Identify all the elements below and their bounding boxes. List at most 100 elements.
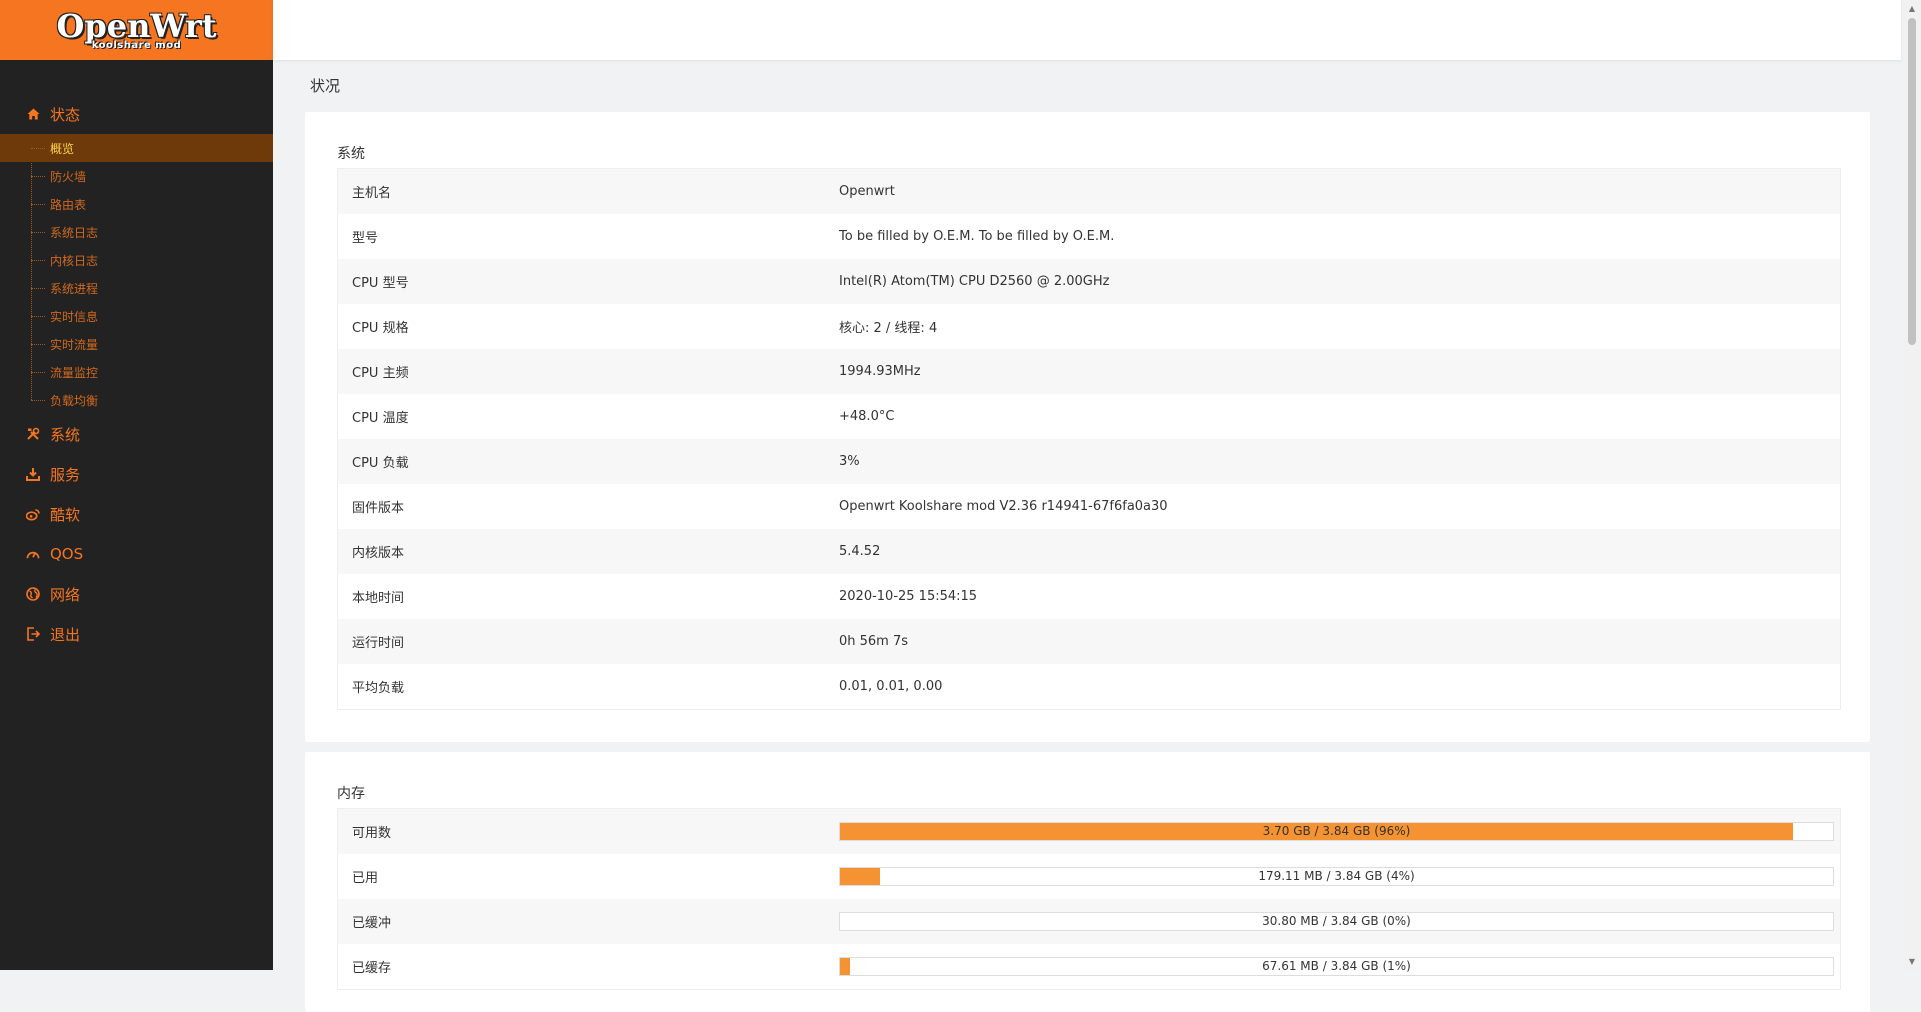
- row-value: 1994.93MHz: [839, 364, 921, 379]
- sub-item-label: 系统日志: [50, 225, 99, 240]
- row-value: Openwrt: [839, 184, 895, 199]
- row-key: 内核版本: [352, 546, 405, 561]
- sub-item-label: 实时流量: [50, 337, 99, 352]
- sub-item-label: 负载均衡: [50, 393, 99, 408]
- globe-icon: [26, 587, 40, 601]
- sub-item-load-balance[interactable]: 负载均衡: [0, 386, 273, 414]
- sub-item-label: 内核日志: [50, 253, 99, 268]
- memory-progress-text: 67.61 MB / 3.84 GB (1%): [1262, 959, 1411, 973]
- row-key: 主机名: [352, 186, 392, 201]
- table-row: 型号 To be filled by O.E.M. To be filled by…: [338, 214, 1840, 259]
- main-area: 状况 系统 主机名 Openwrt 型号 To be filled by O.E.M…: [273, 0, 1901, 1012]
- row-value: To be filled by O.E.M. To be filled by O…: [839, 229, 1115, 244]
- nav-group-qos[interactable]: QOS: [0, 534, 273, 574]
- table-row: 固件版本 Openwrt Koolshare mod V2.36 r14941-6…: [338, 484, 1840, 529]
- row-key: CPU 规格: [352, 321, 409, 336]
- row-key: CPU 温度: [352, 411, 409, 426]
- memory-progress-bar: 3.70 GB / 3.84 GB (96%): [839, 822, 1834, 841]
- main-nav: 状态 概览 防火墙 路由表 系统日志 内核日志 系统进程 实时信息 实时流量 流…: [0, 94, 273, 654]
- page-title: 状况: [310, 77, 341, 95]
- row-key: 已用: [352, 871, 379, 886]
- sub-item-realtime-traffic[interactable]: 实时流量: [0, 330, 273, 358]
- memory-table: 可用数 3.70 GB / 3.84 GB (96%) 已用 179.11 MB /…: [337, 808, 1841, 990]
- table-row: 已缓冲 30.80 MB / 3.84 GB (0%): [338, 899, 1840, 944]
- nav-group-label: 系统: [50, 425, 81, 444]
- system-panel-title: 系统: [337, 146, 365, 162]
- sub-item-label: 实时信息: [50, 309, 99, 324]
- table-row: 运行时间 0h 56m 7s: [338, 619, 1840, 664]
- nav-group-koolsoft[interactable]: 酷软: [0, 494, 273, 534]
- page-scrollbar[interactable]: ▲ ▼: [1903, 0, 1921, 970]
- nav-group-network[interactable]: 网络: [0, 574, 273, 614]
- sub-item-processes[interactable]: 系统进程: [0, 274, 273, 302]
- scroll-down-arrow-icon[interactable]: ▼: [1903, 953, 1921, 970]
- table-row: CPU 主频 1994.93MHz: [338, 349, 1840, 394]
- tools-icon: [26, 427, 40, 441]
- sub-item-label: 路由表: [50, 197, 87, 212]
- nav-group-label: 退出: [50, 625, 81, 644]
- download-icon: [26, 467, 40, 481]
- sidebar: OpenWrt koolshare mod 状态 概览 防火墙 路由表 系统日志…: [0, 0, 273, 970]
- nav-group-label: QOS: [50, 545, 84, 563]
- sub-item-traffic-monitor[interactable]: 流量监控: [0, 358, 273, 386]
- memory-panel: 内存 可用数 3.70 GB / 3.84 GB (96%) 已用 179.11 M…: [305, 752, 1870, 1012]
- scroll-thumb[interactable]: [1908, 18, 1916, 345]
- row-key: 可用数: [352, 826, 392, 841]
- table-row: 可用数 3.70 GB / 3.84 GB (96%): [338, 809, 1840, 854]
- row-value: 核心: 2 / 线程: 4: [839, 321, 938, 336]
- table-row: 内核版本 5.4.52: [338, 529, 1840, 574]
- home-icon: [26, 107, 40, 121]
- nav-group-status[interactable]: 状态: [0, 94, 273, 134]
- sub-item-label: 系统进程: [50, 281, 99, 296]
- table-row: 平均负载 0.01, 0.01, 0.00: [338, 664, 1840, 709]
- row-value: 5.4.52: [839, 544, 881, 559]
- brand-logo[interactable]: OpenWrt koolshare mod: [0, 0, 273, 60]
- memory-panel-title: 内存: [337, 786, 365, 802]
- table-row: 本地时间 2020-10-25 15:54:15: [338, 574, 1840, 619]
- row-value: Intel(R) Atom(TM) CPU D2560 @ 2.00GHz: [839, 274, 1110, 289]
- nav-group-label: 酷软: [50, 505, 81, 524]
- nav-group-logout[interactable]: 退出: [0, 614, 273, 654]
- memory-progress-text: 3.70 GB / 3.84 GB (96%): [1262, 824, 1411, 838]
- nav-group-label: 状态: [50, 105, 81, 124]
- brand-name: OpenWrt: [56, 6, 217, 45]
- row-key: 已缓冲: [352, 916, 392, 931]
- memory-progress-text: 30.80 MB / 3.84 GB (0%): [1262, 914, 1411, 928]
- row-key: 平均负载: [352, 681, 405, 696]
- row-value: Openwrt Koolshare mod V2.36 r14941-67f6f…: [839, 499, 1168, 514]
- sub-item-system-log[interactable]: 系统日志: [0, 218, 273, 246]
- row-key: 本地时间: [352, 591, 405, 606]
- row-key: 已缓存: [352, 961, 392, 976]
- row-value: 0.01, 0.01, 0.00: [839, 679, 943, 694]
- table-row: 主机名 Openwrt: [338, 169, 1840, 214]
- row-key: 固件版本: [352, 501, 405, 516]
- sub-item-overview[interactable]: 概览: [0, 134, 273, 162]
- sub-item-kernel-log[interactable]: 内核日志: [0, 246, 273, 274]
- logout-icon: [26, 627, 40, 641]
- nav-group-label: 网络: [50, 585, 81, 604]
- memory-progress-bar: 30.80 MB / 3.84 GB (0%): [839, 912, 1834, 931]
- top-bar: [273, 0, 1901, 60]
- memory-progress-bar: 179.11 MB / 3.84 GB (4%): [839, 867, 1834, 886]
- nav-group-services[interactable]: 服务: [0, 454, 273, 494]
- table-row: CPU 规格 核心: 2 / 线程: 4: [338, 304, 1840, 349]
- nav-group-system[interactable]: 系统: [0, 414, 273, 454]
- status-subnav: 概览 防火墙 路由表 系统日志 内核日志 系统进程 实时信息 实时流量 流量监控…: [0, 134, 273, 414]
- sub-item-realtime-info[interactable]: 实时信息: [0, 302, 273, 330]
- sub-item-label: 流量监控: [50, 365, 99, 380]
- table-row: CPU 型号 Intel(R) Atom(TM) CPU D2560 @ 2.00…: [338, 259, 1840, 304]
- table-row: 已缓存 67.61 MB / 3.84 GB (1%): [338, 944, 1840, 989]
- row-value: 2020-10-25 15:54:15: [839, 589, 978, 604]
- memory-progress-text: 179.11 MB / 3.84 GB (4%): [1258, 869, 1415, 883]
- table-row: CPU 负载 3%: [338, 439, 1840, 484]
- memory-progress-bar: 67.61 MB / 3.84 GB (1%): [839, 957, 1834, 976]
- row-value: 3%: [839, 454, 860, 469]
- weibo-icon: [26, 507, 40, 521]
- row-key: 运行时间: [352, 636, 405, 651]
- sub-item-routes[interactable]: 路由表: [0, 190, 273, 218]
- row-key: CPU 主频: [352, 366, 409, 381]
- brand-sub: koolshare mod: [91, 39, 182, 51]
- sub-item-label: 防火墙: [50, 169, 87, 184]
- scroll-up-arrow-icon[interactable]: ▲: [1903, 0, 1921, 17]
- sub-item-firewall[interactable]: 防火墙: [0, 162, 273, 190]
